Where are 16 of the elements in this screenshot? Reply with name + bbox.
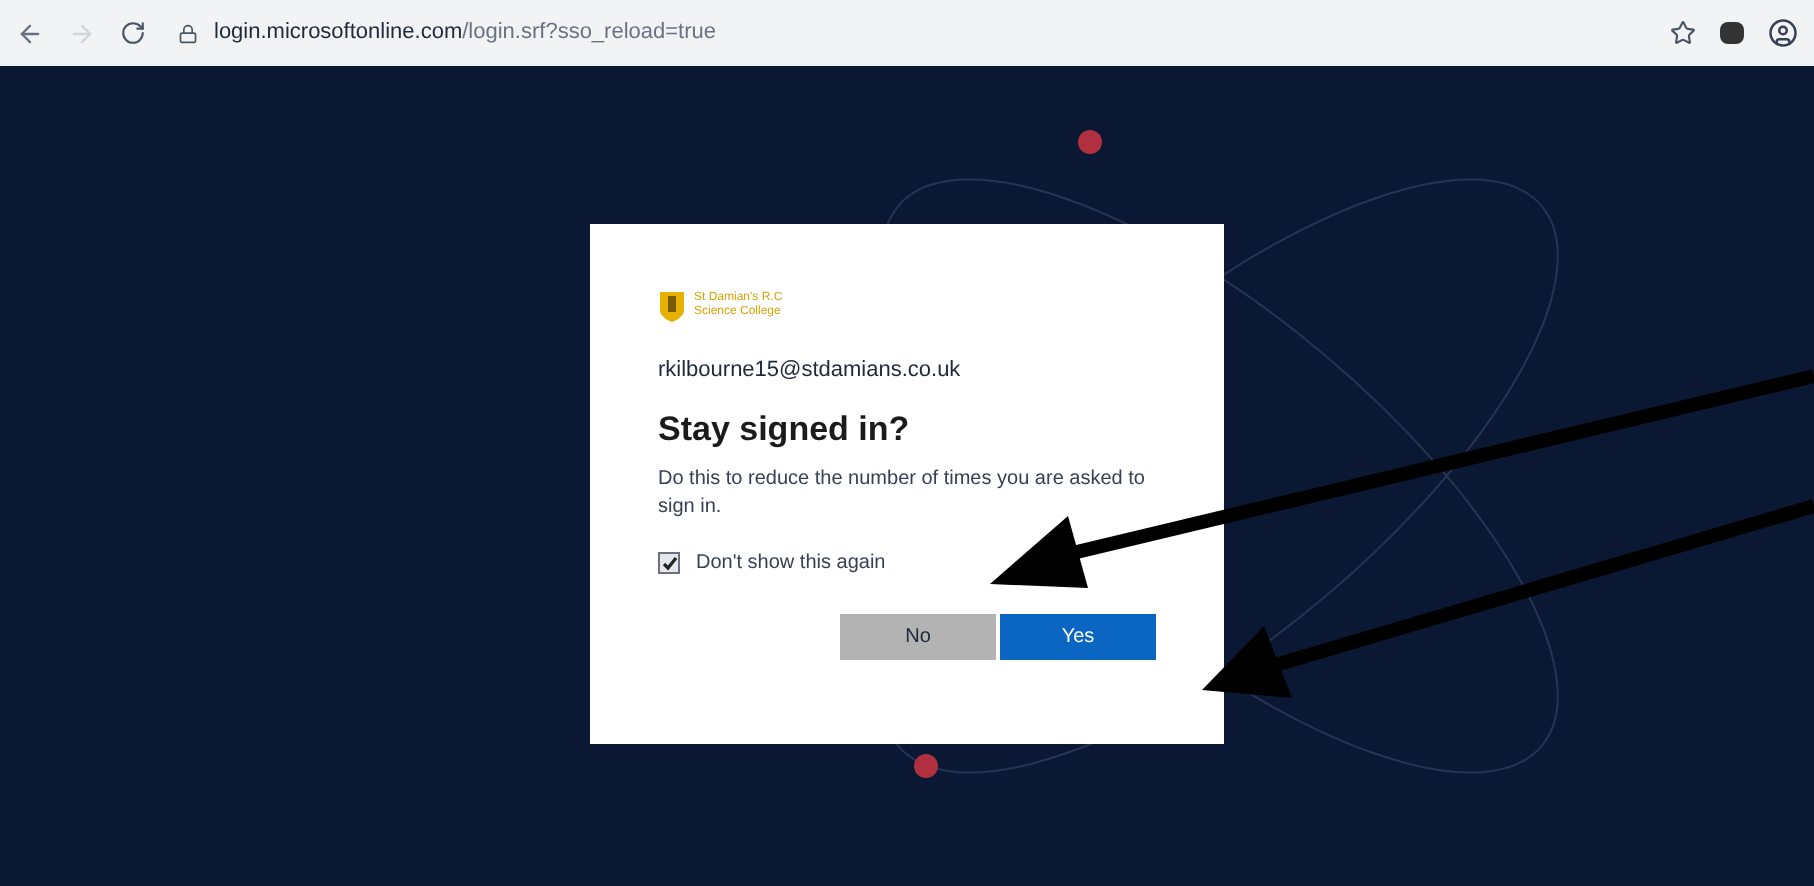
bookmark-star-icon[interactable] <box>1670 20 1696 46</box>
dialog-message: Do this to reduce the number of times you are asked to sign in. <box>658 466 1147 522</box>
reload-icon[interactable] <box>120 20 146 46</box>
crest-icon <box>658 288 686 324</box>
checkbox[interactable] <box>658 552 680 574</box>
yes-button[interactable]: Yes <box>1000 614 1156 660</box>
lock-icon <box>178 23 198 43</box>
account-email: rkilbourne15@stdamians.co.uk <box>658 356 963 386</box>
checkmark-icon <box>661 555 677 571</box>
extension-icon[interactable] <box>1720 22 1744 44</box>
url-text: login.microsoftonline.com/login.srf?sso_reload=true <box>214 18 717 49</box>
no-button[interactable]: No <box>840 614 996 660</box>
checkbox-label: Don't show this again <box>696 550 886 578</box>
back-icon[interactable] <box>16 19 44 47</box>
dialog-title: Stay signed in? <box>658 407 912 452</box>
profile-icon[interactable] <box>1768 18 1798 48</box>
